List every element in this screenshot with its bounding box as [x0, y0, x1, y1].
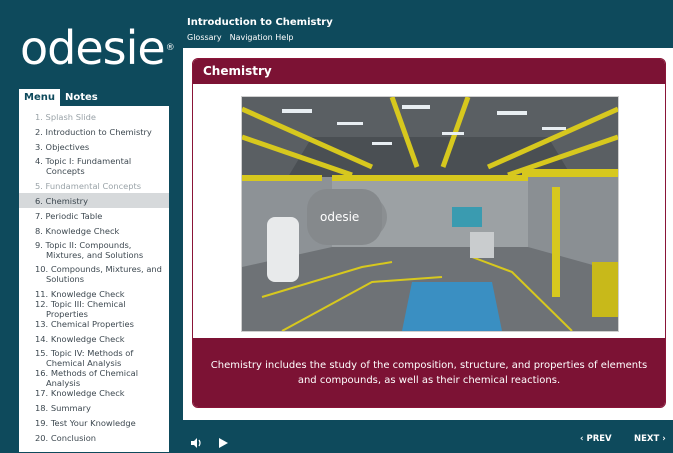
navigation-help-link[interactable]: Navigation Help	[230, 33, 294, 42]
tank-label: odesie	[320, 210, 359, 224]
play-icon[interactable]	[217, 434, 229, 448]
menu-item[interactable]: 12. Topic III: Chemical Properties	[19, 299, 169, 319]
menu-item[interactable]: 4. Topic I: Fundamental Concepts	[19, 154, 169, 178]
laboratory-image: odesie	[241, 96, 619, 332]
prev-button[interactable]: ‹ PREV	[580, 433, 612, 445]
menu-item[interactable]: 1. Splash Slide	[19, 109, 169, 124]
menu-item[interactable]: 17. Knowledge Check	[19, 385, 169, 400]
slide-heading: Chemistry	[193, 59, 665, 84]
menu-item[interactable]: 9. Topic II: Compounds, Mixtures, and So…	[19, 238, 169, 262]
slide-caption: Chemistry includes the study of the comp…	[193, 338, 665, 407]
slide-area: Chemistry odesie Chemistry includes the …	[183, 48, 673, 420]
tab-menu[interactable]: Menu	[19, 89, 60, 106]
tab-notes[interactable]: Notes	[60, 89, 103, 106]
speaker-icon-glyph	[191, 438, 201, 448]
odesie-logo: odesie®	[20, 18, 175, 78]
sidebar-tabs: Menu Notes	[19, 89, 103, 106]
menu-item[interactable]: 16. Methods of Chemical Analysis	[19, 368, 169, 388]
slide-panel: Chemistry odesie Chemistry includes the …	[192, 58, 666, 408]
header-links: Glossary Navigation Help	[187, 33, 294, 42]
glossary-link[interactable]: Glossary	[187, 33, 222, 42]
menu-item[interactable]: 3. Objectives	[19, 139, 169, 154]
course-title: Introduction to Chemistry	[187, 17, 333, 28]
menu-item[interactable]: 15. Topic IV: Methods of Chemical Analys…	[19, 346, 169, 370]
speaker-icon[interactable]	[190, 434, 202, 448]
menu-item[interactable]: 13. Chemical Properties	[19, 316, 169, 331]
menu-item[interactable]: 19. Test Your Knowledge	[19, 415, 169, 430]
lab-illustration: odesie	[242, 97, 618, 331]
menu-item[interactable]: 5. Fundamental Concepts	[19, 178, 169, 193]
menu-item[interactable]: 7. Periodic Table	[19, 208, 169, 223]
menu-item[interactable]: 2. Introduction to Chemistry	[19, 124, 169, 139]
menu-item[interactable]: 18. Summary	[19, 400, 169, 415]
menu-item-current[interactable]: 6. Chemistry	[19, 193, 169, 208]
play-icon-glyph	[219, 438, 228, 448]
registered-mark: ®	[165, 43, 175, 53]
next-button[interactable]: NEXT ›	[634, 433, 666, 445]
menu-item[interactable]: 8. Knowledge Check	[19, 223, 169, 238]
slide-menu: 1. Splash Slide 2. Introduction to Chemi…	[19, 106, 169, 452]
menu-item[interactable]: 20. Conclusion	[19, 430, 169, 445]
menu-item[interactable]: 10. Compounds, Mixtures, and Solutions	[19, 262, 169, 286]
logo-text: odesie	[20, 21, 166, 75]
menu-item[interactable]: 14. Knowledge Check	[19, 331, 169, 346]
